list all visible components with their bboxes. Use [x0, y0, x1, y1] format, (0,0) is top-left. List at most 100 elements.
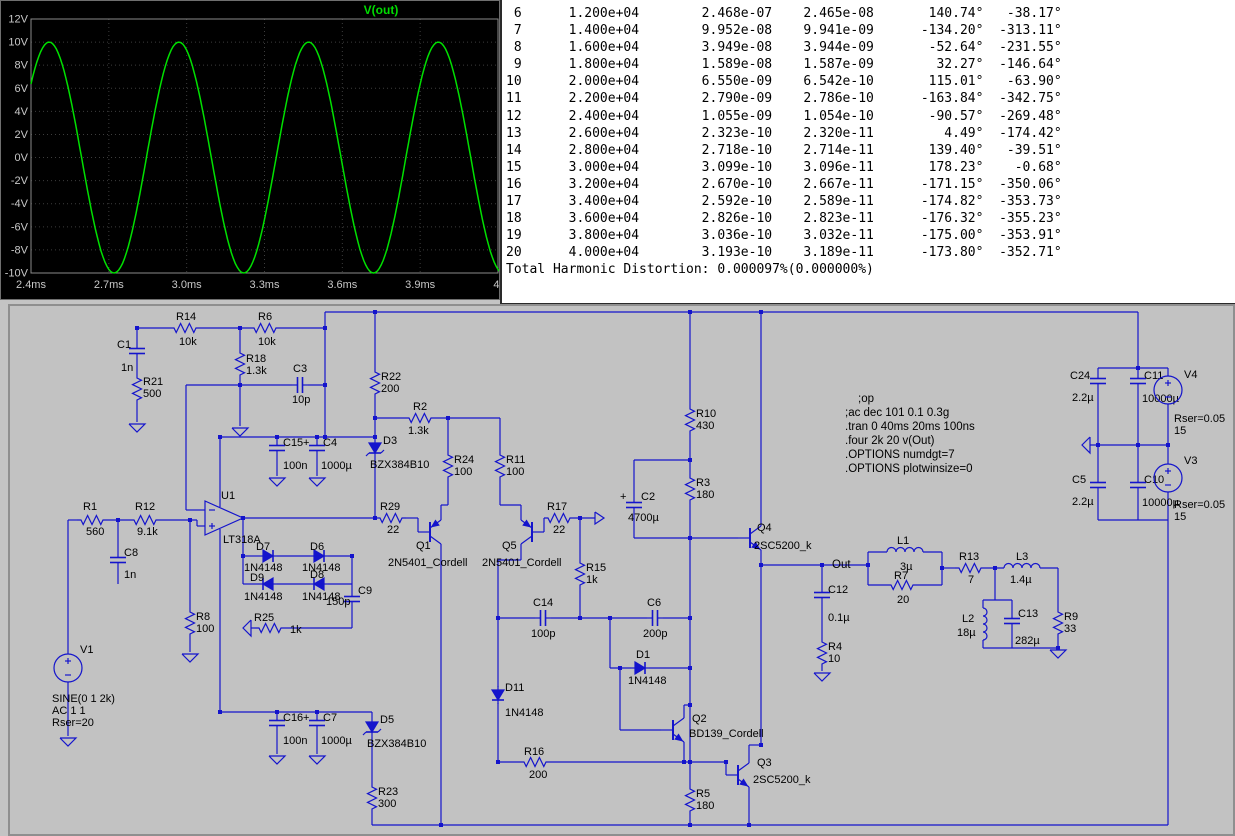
component-label: + — [303, 437, 309, 449]
spice-directive[interactable]: ;ac dec 101 0.1 0.3g — [845, 407, 949, 419]
ground-symbol[interactable] — [1081, 436, 1091, 455]
component-label: + — [620, 491, 626, 503]
trace-name-label[interactable]: V(out) — [331, 3, 431, 17]
component-label: 100 — [506, 466, 524, 478]
component-R24[interactable]: R24100 — [442, 451, 475, 481]
component-label: 500 — [143, 388, 161, 400]
ground-symbol[interactable] — [308, 755, 327, 765]
component-V4[interactable]: V4 Rser=0.0515 — [1153, 369, 1225, 437]
component-R16[interactable]: R16 200 — [520, 746, 550, 781]
component-D3[interactable]: D3 BZX384B10 — [365, 435, 429, 471]
component-R2[interactable]: R2 1.3k — [405, 401, 435, 437]
schematic-canvas[interactable]: C11nR21500R1410kR610kR181.3k C310pR22200R… — [10, 306, 1233, 834]
component-label: Q2 — [692, 713, 707, 725]
waveform-plot-area[interactable]: 12V 10V 8V 6V 4V 2V 0V -2V -4V -6V -8V -10V2.4ms 2.7… — [1, 1, 499, 299]
component-D5[interactable]: D5 BZX384B10 — [362, 714, 426, 750]
component-C8[interactable]: C8 1n — [110, 547, 138, 581]
component-R15[interactable]: R151k — [574, 559, 607, 589]
component-C2[interactable]: + C2 4700µ — [620, 491, 659, 524]
component-R12[interactable]: R12 9.1k — [130, 501, 160, 538]
component-L2[interactable]: L218µ — [957, 607, 988, 641]
component-Q4[interactable]: Q4 2SC5200_k — [738, 520, 812, 556]
component-C16[interactable]: C16 100n — [269, 712, 307, 747]
component-R9[interactable]: R933 — [1052, 608, 1079, 638]
ground-symbol[interactable] — [231, 427, 250, 437]
fourier-analysis-text: 6 1.200e+04 2.468e-07 2.465e-08 140.74° … — [506, 6, 1062, 278]
component-L1[interactable]: L13µ — [886, 535, 924, 573]
component-label: Rser=0.05 — [1174, 499, 1225, 511]
component-R1[interactable]: R1 560 — [77, 501, 107, 538]
schematic-window[interactable]: C1 1n R21 500 R14 10k R6 10k R18 1.3k C3 10p R22 200 R… — [8, 304, 1235, 836]
component-L3[interactable]: L3 1.4µ — [1003, 551, 1041, 586]
component-R23[interactable]: R23300 — [366, 783, 399, 813]
component-R22[interactable]: R22200 — [369, 368, 402, 398]
component-C9[interactable]: C9 150p — [326, 585, 372, 608]
component-C7[interactable]: + C7 1000µ — [303, 712, 352, 747]
component-label: 10k — [258, 336, 276, 348]
component-R3[interactable]: R3180 — [684, 474, 715, 504]
component-C24[interactable]: C24 2.2µ — [1070, 370, 1106, 404]
component-Q2[interactable]: Q2 BD139_Cordell — [661, 712, 764, 748]
component-label: 10k — [179, 336, 197, 348]
component-C5[interactable]: C5 2.2µ — [1072, 474, 1106, 508]
spice-directive[interactable]: ;op — [858, 393, 874, 405]
spice-directive[interactable]: .tran 0 40ms 20ms 100ns — [845, 421, 975, 433]
ground-symbol[interactable] — [59, 737, 78, 747]
net-label[interactable]: Out — [832, 559, 851, 571]
component-C13[interactable]: C13 282µ — [1004, 608, 1040, 647]
component-R5[interactable]: R5180 — [684, 785, 715, 815]
component-V1[interactable]: V1 SINE(0 1 2k)AC 1 1Rser=20 — [52, 644, 115, 729]
ground-symbol[interactable] — [308, 477, 327, 487]
component-label: 1.3k — [246, 365, 267, 377]
component-label: R7 — [894, 570, 908, 582]
spice-directive[interactable]: .OPTIONS plotwinsize=0 — [845, 463, 973, 475]
component-R8[interactable]: R8100 — [184, 608, 215, 638]
component-label: 15 — [1174, 511, 1186, 523]
x-axis-label: 3.9ms — [405, 279, 435, 291]
component-Q3[interactable]: Q3 2SC5200_k — [726, 757, 811, 793]
component-R13[interactable]: R13 7 — [955, 551, 985, 586]
component-C12[interactable]: C12 0.1µ — [814, 584, 850, 624]
ground-symbol[interactable] — [268, 477, 287, 487]
y-axis-label: -6V — [11, 221, 29, 233]
ground-symbol[interactable] — [268, 755, 287, 765]
spice-output-log-window[interactable]: 6 1.200e+04 2.468e-07 2.465e-08 140.74° … — [500, 0, 1235, 305]
spice-directive[interactable]: .four 2k 20 v(Out) — [845, 435, 935, 447]
component-C15[interactable]: C15 100n — [269, 437, 307, 472]
component-label: D11 — [505, 682, 524, 694]
component-R21[interactable]: R21500 — [131, 374, 164, 404]
component-C3[interactable]: C3 10p — [292, 363, 310, 406]
component-R6[interactable]: R6 10k — [250, 311, 280, 348]
component-label: 2N5401_Cordell — [482, 557, 562, 569]
component-D9[interactable]: D9 1N4148 — [244, 572, 283, 603]
component-R11[interactable]: R11100 — [494, 451, 526, 481]
component-R29[interactable]: R29 22 — [376, 501, 406, 536]
component-R25[interactable]: R25 1k — [254, 612, 302, 636]
ground-symbol[interactable] — [1049, 649, 1068, 659]
vout-trace[interactable] — [30, 41, 499, 274]
component-D11[interactable]: D11 1N4148 — [490, 682, 544, 719]
component-R4[interactable]: R410 — [816, 638, 843, 668]
component-label: D6 — [310, 541, 324, 553]
y-axis-label: 2V — [15, 129, 29, 141]
component-R7[interactable]: R7 20 — [887, 570, 917, 606]
component-label: 180 — [696, 489, 714, 501]
ground-symbol[interactable] — [242, 619, 252, 638]
component-label: 1N4148 — [505, 707, 544, 719]
ground-symbol[interactable] — [181, 653, 200, 663]
component-R10[interactable]: R10430 — [684, 405, 717, 435]
ground-symbol[interactable] — [128, 423, 147, 433]
component-R17[interactable]: R17 22 — [544, 501, 574, 536]
wires[interactable] — [67, 311, 1169, 826]
component-R14[interactable]: R14 10k — [170, 311, 200, 348]
component-label: C16 — [283, 712, 303, 724]
component-label: C7 — [323, 712, 337, 724]
ground-symbol[interactable] — [813, 672, 832, 682]
spice-directive[interactable]: .OPTIONS numdgt=7 — [845, 449, 955, 461]
component-label: 100p — [531, 628, 555, 640]
component-C1[interactable]: C1 1n — [117, 339, 145, 374]
component-R18[interactable]: R181.3k — [234, 349, 268, 379]
component-C4[interactable]: + C41000µ — [303, 437, 352, 472]
component-V3[interactable]: V3 Rser=0.0515 — [1153, 455, 1225, 523]
port-flag[interactable] — [594, 511, 606, 526]
